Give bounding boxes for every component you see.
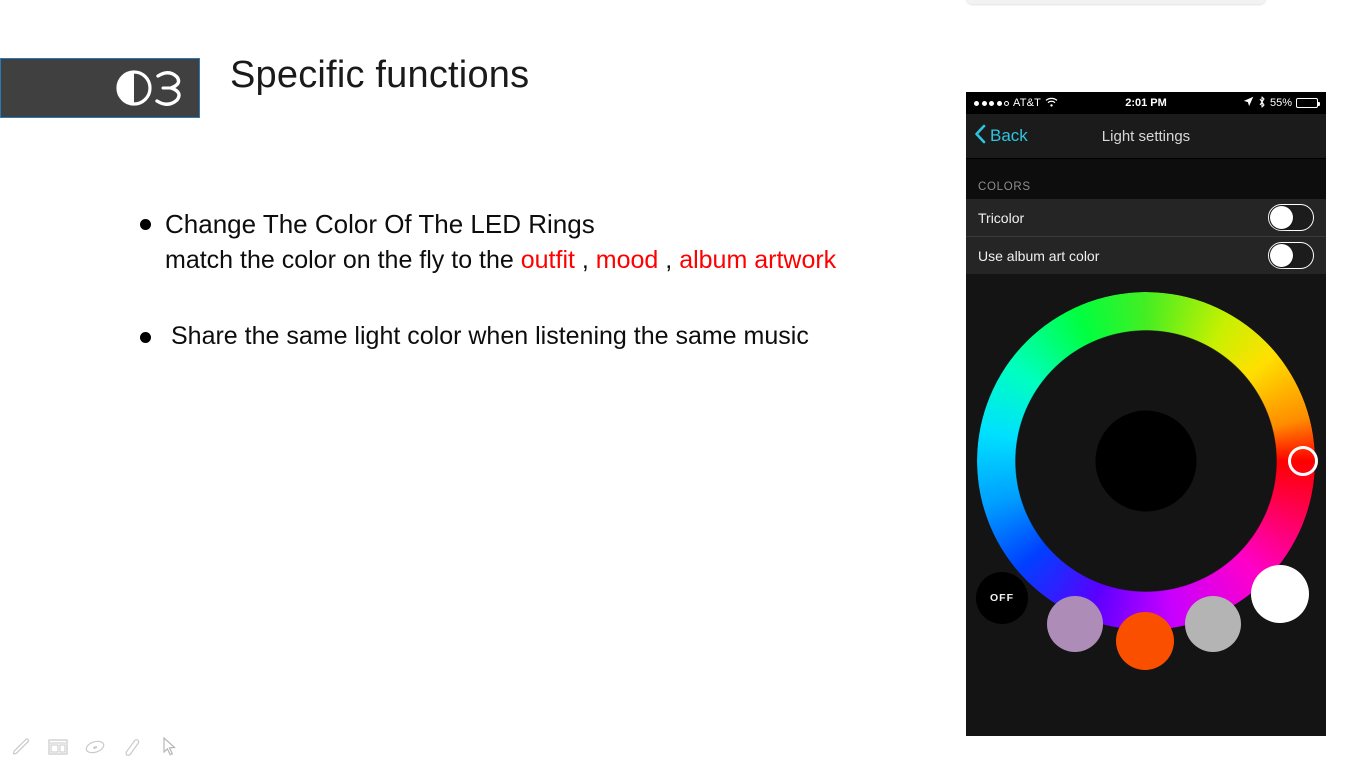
section-header-colors: COLORS bbox=[966, 159, 1326, 199]
highlight-mood: mood bbox=[595, 245, 659, 274]
preset-gray[interactable] bbox=[1185, 596, 1241, 652]
bullet-dot-icon bbox=[140, 219, 151, 230]
preset-mauve[interactable] bbox=[1047, 596, 1103, 652]
back-button[interactable]: Back bbox=[966, 124, 1028, 149]
status-bar: AT&T 2:01 PM 55% bbox=[966, 92, 1326, 114]
preset-off-label: OFF bbox=[990, 592, 1014, 604]
section-number-banner bbox=[0, 58, 200, 118]
color-wheel-selector[interactable] bbox=[1288, 446, 1318, 476]
toggle-knob bbox=[1270, 244, 1293, 267]
toggle-tricolor[interactable] bbox=[1268, 204, 1314, 231]
carrier-label: AT&T bbox=[1013, 97, 1042, 109]
list-item: Share the same light color when listenin… bbox=[140, 319, 960, 355]
bullet-1-line-2: match the color on the fly to the outfit… bbox=[165, 243, 836, 279]
color-wheel-center[interactable] bbox=[1095, 410, 1197, 512]
toggle-use-album-art-color[interactable] bbox=[1268, 242, 1314, 269]
phone-app-screenshot: AT&T 2:01 PM 55% Back Light settings COL… bbox=[966, 92, 1326, 736]
navigation-bar: Back Light settings bbox=[966, 114, 1326, 159]
preset-orange[interactable] bbox=[1116, 612, 1174, 670]
highlight-album-artwork: album artwork bbox=[679, 245, 837, 274]
signal-strength-icon bbox=[974, 100, 1009, 106]
bluetooth-icon bbox=[1258, 95, 1266, 111]
slide-thumbnail-tool-icon[interactable] bbox=[45, 734, 71, 760]
wifi-icon bbox=[1045, 97, 1058, 110]
highlight-outfit: outfit bbox=[520, 245, 575, 274]
bullet-dot-icon bbox=[140, 332, 151, 344]
battery-percent-label: 55% bbox=[1269, 97, 1292, 109]
presentation-slide: Specific functions Change The Color Of T… bbox=[0, 0, 1366, 768]
top-partial-image-sliver bbox=[966, 0, 1266, 4]
pointer-tool-icon[interactable] bbox=[156, 734, 182, 760]
eraser-tool-icon[interactable] bbox=[119, 734, 145, 760]
row-use-album-art-color[interactable]: Use album art color bbox=[966, 236, 1326, 274]
battery-icon bbox=[1296, 98, 1320, 108]
highlight-separator-2: , bbox=[658, 245, 680, 274]
row-use-album-art-color-label: Use album art color bbox=[978, 247, 1100, 264]
status-bar-left: AT&T bbox=[974, 97, 1058, 110]
bullet-2-line-1: Share the same light color when listenin… bbox=[171, 322, 809, 351]
section-number-glyph bbox=[113, 67, 185, 109]
preset-white[interactable] bbox=[1251, 565, 1309, 623]
row-tricolor[interactable]: Tricolor bbox=[966, 199, 1326, 236]
row-tricolor-label: Tricolor bbox=[978, 209, 1025, 226]
presentation-ink-toolbar[interactable] bbox=[8, 734, 182, 760]
bullet-1-line-1: Change The Color Of The LED Rings bbox=[165, 209, 595, 239]
bullet-list: Change The Color Of The LED Rings match … bbox=[140, 206, 960, 355]
status-bar-right: 55% bbox=[1243, 95, 1320, 111]
preset-off[interactable]: OFF bbox=[976, 572, 1028, 624]
highlight-separator-1: , bbox=[574, 245, 596, 274]
bullet-1-prefix: match the color on the fly to the bbox=[165, 245, 521, 274]
color-picker-area: OFF PULSE bbox=[966, 274, 1326, 736]
back-button-label: Back bbox=[990, 126, 1028, 145]
toggle-knob bbox=[1270, 206, 1293, 229]
pen-tool-icon[interactable] bbox=[8, 734, 34, 760]
location-arrow-icon bbox=[1243, 96, 1254, 110]
highlighter-tool-icon[interactable] bbox=[82, 734, 108, 760]
list-item: Change The Color Of The LED Rings match … bbox=[140, 206, 960, 278]
page-title: Specific functions bbox=[230, 54, 530, 96]
chevron-left-icon bbox=[974, 124, 986, 149]
